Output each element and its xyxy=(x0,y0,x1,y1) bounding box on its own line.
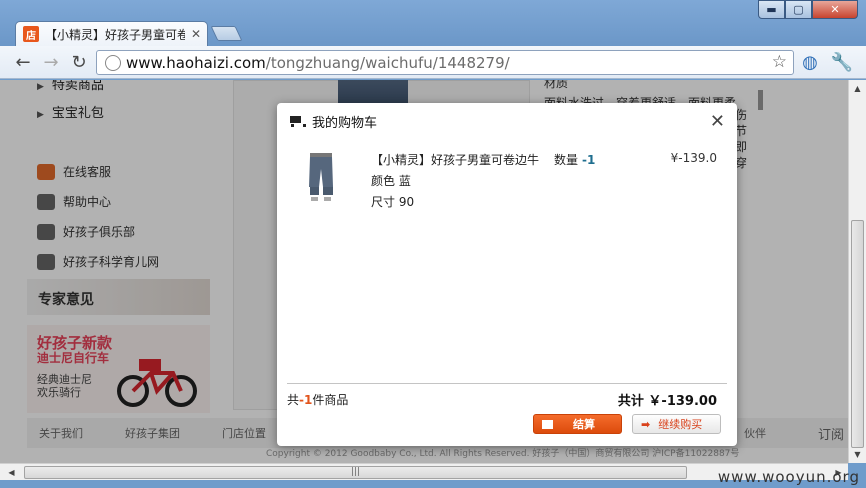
browser-titlebar: 店 【小精灵】好孩子男童可卷 ✕ ▬ ▢ ✕ xyxy=(0,0,866,46)
item-name[interactable]: 【小精灵】好孩子男童可卷边牛 xyxy=(371,151,539,168)
divider xyxy=(287,383,727,384)
cart-icon xyxy=(542,419,553,429)
maximize-button[interactable]: ▢ xyxy=(785,0,812,19)
bookmark-star-icon[interactable]: ☆ xyxy=(772,52,787,72)
address-bar[interactable]: www.haohaizi.com/tongzhuang/waichufu/144… xyxy=(96,50,794,75)
site-favicon-icon: 店 xyxy=(23,26,39,42)
item-quantity: 数量 -1 xyxy=(554,153,596,167)
arrow-right-icon: ➡ xyxy=(641,417,651,431)
browser-tab[interactable]: 店 【小精灵】好孩子男童可卷 ✕ xyxy=(15,21,208,46)
item-size: 尺寸 90 xyxy=(371,195,415,209)
close-icon[interactable]: ✕ xyxy=(710,111,725,132)
modal-title: 我的购物车 xyxy=(312,115,378,131)
new-tab-button[interactable] xyxy=(210,26,243,41)
vertical-scrollbar[interactable]: ▲ ▼ xyxy=(848,80,866,463)
page-info-icon[interactable] xyxy=(105,54,121,71)
cart-modal: 我的购物车 ✕ 【小精灵】好孩子男童可卷边牛 数量 -1 ¥-139.0 颜色 蓝… xyxy=(277,103,737,446)
scroll-left-icon[interactable]: ◀ xyxy=(3,464,20,481)
cart-item: 【小精灵】好孩子男童可卷边牛 数量 -1 ¥-139.0 颜色 蓝 尺寸 90 xyxy=(307,151,717,211)
vertical-scroll-thumb[interactable] xyxy=(851,220,864,448)
tab-title: 【小精灵】好孩子男童可卷 xyxy=(45,27,185,42)
window-controls: ▬ ▢ ✕ xyxy=(758,0,858,19)
horizontal-scroll-thumb[interactable]: ||| xyxy=(24,466,687,479)
scroll-up-icon[interactable]: ▲ xyxy=(849,80,866,97)
modal-header: 我的购物车 xyxy=(277,103,737,139)
close-window-button[interactable]: ✕ xyxy=(812,0,858,19)
cart-total: 共计 ￥-139.00 xyxy=(617,394,717,409)
back-icon[interactable]: ← xyxy=(12,51,34,73)
scroll-down-icon[interactable]: ▼ xyxy=(849,446,866,463)
minimize-button[interactable]: ▬ xyxy=(758,0,785,19)
url-text: www.haohaizi.com/tongzhuang/waichufu/144… xyxy=(126,53,510,72)
browser-toolbar: ← → ↻ www.haohaizi.com/tongzhuang/waichu… xyxy=(0,46,866,79)
item-price: ¥-139.0 xyxy=(670,151,717,165)
item-color: 颜色 蓝 xyxy=(371,174,411,188)
cart-icon xyxy=(288,115,306,127)
checkout-button[interactable]: 结算 xyxy=(533,414,622,434)
tab-close-icon[interactable]: ✕ xyxy=(191,27,201,41)
item-count: 共-1件商品 xyxy=(287,393,349,407)
reload-icon[interactable]: ↻ xyxy=(68,51,90,73)
wrench-icon[interactable]: 🔧 xyxy=(831,51,853,73)
continue-shopping-button[interactable]: ➡ 继续购买 xyxy=(632,414,721,434)
product-thumbnail[interactable] xyxy=(307,151,335,203)
watermark: www.wooyun.org xyxy=(717,468,860,486)
forward-icon[interactable]: → xyxy=(40,51,62,73)
globe-icon[interactable]: ◍ xyxy=(799,51,821,73)
